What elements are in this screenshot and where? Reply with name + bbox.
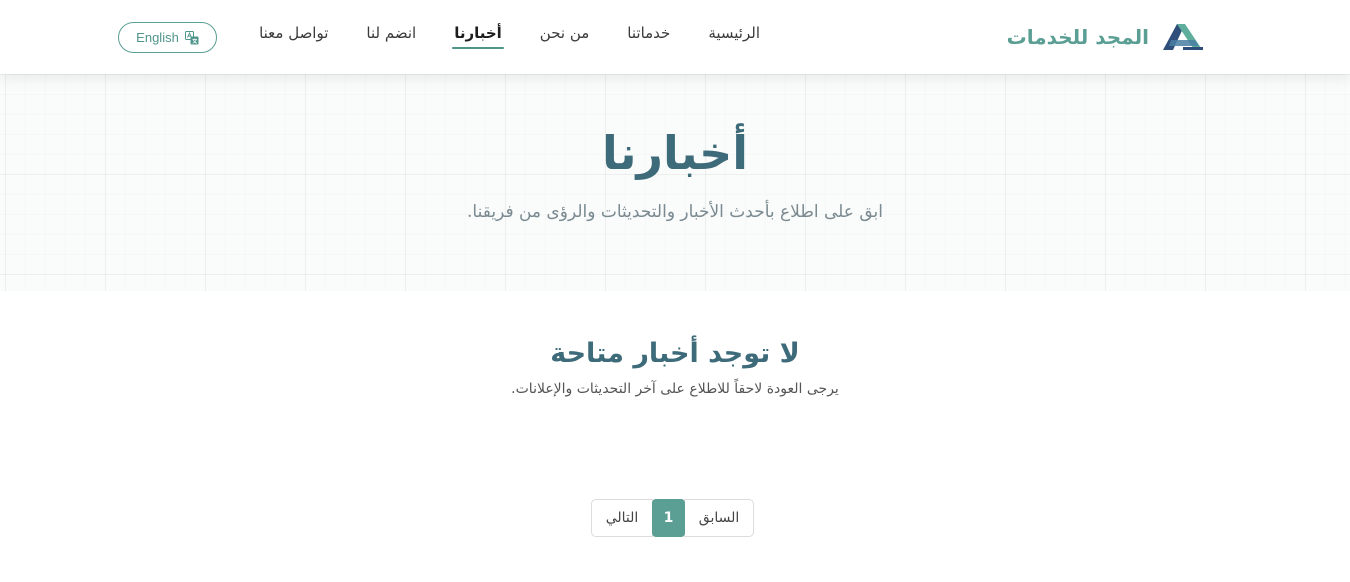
nav-item-join[interactable]: انضم لنا — [366, 24, 416, 48]
pagination: التالي 1 السابق — [591, 499, 754, 537]
site-header: المجد للخدمات الرئيسية خدماتنا من نحن أخ… — [0, 0, 1350, 74]
main-nav: الرئيسية خدماتنا من نحن أخبارنا انضم لنا… — [259, 24, 760, 49]
brand-logo-icon — [1163, 24, 1203, 50]
nav-item-services[interactable]: خدماتنا — [627, 24, 670, 48]
page-subtitle: ابق على اطلاع بأحدث الأخبار والتحديثات و… — [467, 202, 883, 222]
empty-state-text: يرجى العودة لاحقاً للاطلاع على آخر التحد… — [511, 381, 839, 397]
language-switch-button[interactable]: English — [118, 22, 217, 53]
page-number-button[interactable]: 1 — [652, 499, 685, 537]
brand[interactable]: المجد للخدمات — [1007, 20, 1205, 54]
empty-state-title: لا توجد أخبار متاحة — [550, 338, 800, 369]
translate-icon — [184, 30, 199, 44]
next-page-button[interactable]: التالي — [591, 499, 653, 537]
previous-page-button[interactable]: السابق — [684, 499, 754, 537]
nav-item-home[interactable]: الرئيسية — [708, 24, 760, 48]
nav-item-news[interactable]: أخبارنا — [452, 24, 504, 49]
nav-item-contact[interactable]: تواصل معنا — [259, 24, 328, 48]
page-hero: أخبارنا ابق على اطلاع بأحدث الأخبار والت… — [0, 74, 1350, 291]
nav-item-about[interactable]: من نحن — [540, 24, 590, 48]
page-title: أخبارنا — [602, 126, 748, 180]
brand-name: المجد للخدمات — [1006, 25, 1149, 49]
language-label: English — [136, 30, 179, 45]
